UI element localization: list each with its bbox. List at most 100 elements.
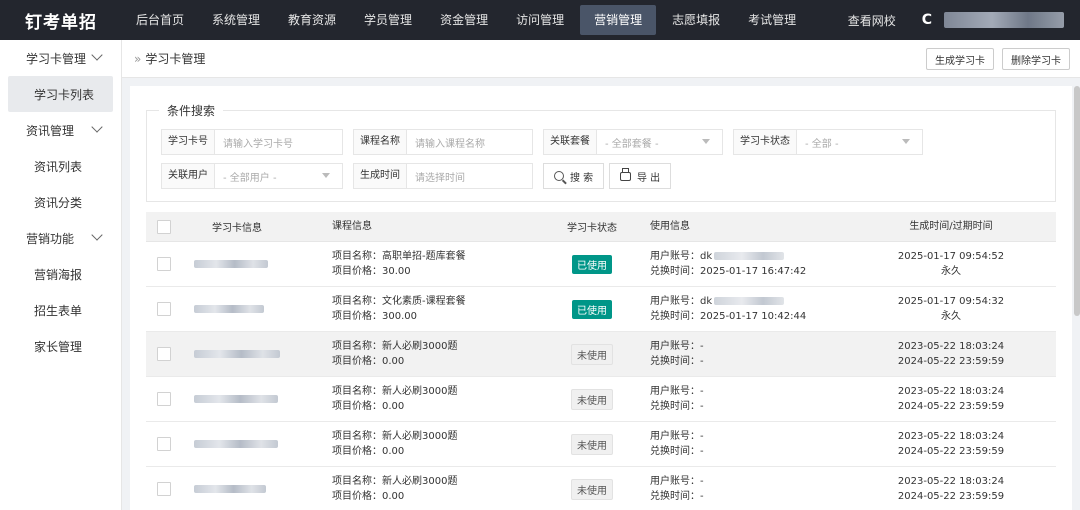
row-checkbox[interactable]	[157, 302, 171, 316]
row-checkbox[interactable]	[157, 482, 171, 496]
card-no-input[interactable]: 请输入学习卡号	[215, 135, 342, 150]
refresh-icon[interactable]: C	[910, 12, 944, 28]
sidebar: 学习卡管理 学习卡列表 资讯管理 资讯列表 资讯分类 营销功能 营销海报 招生表…	[0, 40, 122, 510]
export-button-label: 导 出	[637, 172, 661, 184]
redeem-time: 兑换时间：-	[650, 356, 704, 367]
nav-item-finance[interactable]: 资金管理	[426, 0, 502, 40]
row-checkbox[interactable]	[157, 347, 171, 361]
course-name: 项目名称：高职单招-题库套餐	[332, 251, 466, 262]
sidebar-group-card[interactable]: 学习卡管理	[0, 40, 121, 76]
sidebar-group-news[interactable]: 资讯管理	[0, 112, 121, 148]
course-price: 项目价格：0.00	[332, 401, 405, 412]
header-time: 生成时间/过期时间	[909, 221, 993, 232]
package-select-value[interactable]: - 全部套餐 -	[597, 135, 702, 150]
generate-time: 2023-05-22 18:03:24	[897, 431, 1005, 442]
nav-item-students[interactable]: 学员管理	[350, 0, 426, 40]
header-status: 学习卡状态	[567, 223, 617, 234]
main-panel: 条件搜索 学习卡号 请输入学习卡号 课程名称 请输入课程名称 关联套餐 - 全部…	[130, 86, 1072, 510]
expire-time: 2024-05-22 23:59:59	[897, 356, 1005, 367]
redeem-time: 兑换时间：-	[650, 491, 704, 502]
status-select[interactable]: 学习卡状态 - 全部 -	[733, 129, 923, 155]
account-redacted	[714, 297, 785, 305]
card-number-redacted	[194, 260, 268, 268]
user-account: 用户账号：-	[650, 341, 704, 352]
sidebar-group-label: 学习卡管理	[26, 51, 87, 66]
view-school-link[interactable]: 查看网校	[834, 12, 910, 29]
table-row[interactable]: 项目名称：新人必刷3000题 项目价格：0.00 未使用 用户账号：- 兑换时间…	[146, 467, 1056, 510]
generate-time: 2025-01-17 09:54:52	[897, 251, 1005, 262]
nav-item-home[interactable]: 后台首页	[122, 0, 198, 40]
top-right-area: 查看网校 C	[834, 0, 1080, 40]
printer-icon	[620, 167, 631, 181]
sidebar-item-enroll-form[interactable]: 招生表单	[0, 292, 121, 328]
field-label: 课程名称	[354, 130, 407, 154]
table-row[interactable]: 项目名称：新人必刷3000题 项目价格：0.00 未使用 用户账号：- 兑换时间…	[146, 377, 1056, 422]
card-number-redacted	[194, 440, 278, 448]
course-name-field: 课程名称 请输入课程名称	[353, 129, 533, 155]
table-row[interactable]: 项目名称：新人必刷3000题 项目价格：0.00 未使用 用户账号：- 兑换时间…	[146, 332, 1056, 377]
table-row[interactable]: 项目名称：高职单招-题库套餐 项目价格：30.00 已使用 用户账号：dk 兑换…	[146, 242, 1056, 287]
generate-card-button[interactable]: 生成学习卡	[926, 48, 994, 70]
status-select-value[interactable]: - 全部 -	[797, 135, 902, 150]
course-price: 项目价格：0.00	[332, 446, 405, 457]
table-row[interactable]: 项目名称：文化素质-课程套餐 项目价格：300.00 已使用 用户账号：dk 兑…	[146, 287, 1056, 332]
nav-item-volunteer[interactable]: 志愿填报	[658, 0, 734, 40]
nav-item-marketing[interactable]: 营销管理	[580, 5, 657, 35]
package-select[interactable]: 关联套餐 - 全部套餐 -	[543, 129, 723, 155]
user-account-redacted[interactable]	[944, 12, 1064, 28]
chevron-down-icon	[91, 229, 103, 241]
nav-item-exam[interactable]: 考试管理	[734, 0, 810, 40]
caret-down-icon	[322, 172, 330, 180]
sidebar-item-news-category[interactable]: 资讯分类	[0, 184, 121, 220]
search-button[interactable]: 搜 索	[543, 163, 605, 189]
page-actions: 生成学习卡 删除学习卡	[926, 48, 1070, 70]
status-badge: 已使用	[572, 254, 612, 274]
time-picker-input[interactable]: 请选择时间	[407, 169, 532, 184]
course-price: 项目价格：300.00	[332, 311, 417, 322]
status-badge: 已使用	[572, 299, 612, 319]
row-checkbox[interactable]	[157, 437, 171, 451]
redeem-time: 兑换时间：2025-01-17 10:42:44	[650, 311, 807, 322]
status-badge: 未使用	[571, 388, 613, 410]
nav-item-system[interactable]: 系统管理	[198, 0, 274, 40]
export-button[interactable]: 导 出	[609, 163, 672, 189]
search-fieldset: 条件搜索 学习卡号 请输入学习卡号 课程名称 请输入课程名称 关联套餐 - 全部…	[146, 102, 1056, 202]
card-no-field: 学习卡号 请输入学习卡号	[161, 129, 343, 155]
sidebar-item-card-list[interactable]: 学习卡列表	[8, 76, 113, 112]
redeem-time: 兑换时间：-	[650, 401, 704, 412]
user-select-value[interactable]: - 全部用户 -	[215, 169, 322, 184]
card-number-redacted	[194, 350, 280, 358]
sidebar-item-poster[interactable]: 营销海报	[0, 256, 121, 292]
user-account: 用户账号：-	[650, 476, 704, 487]
select-all-checkbox[interactable]	[157, 219, 171, 234]
expire-time: 2024-05-22 23:59:59	[897, 446, 1005, 457]
course-name: 项目名称：新人必刷3000题	[332, 476, 458, 487]
account-redacted	[714, 252, 785, 260]
nav-item-education[interactable]: 教育资源	[274, 0, 350, 40]
sidebar-item-news-list[interactable]: 资讯列表	[0, 148, 121, 184]
sidebar-item-parents[interactable]: 家长管理	[0, 328, 121, 364]
app-logo[interactable]: 钉考单招	[0, 0, 122, 40]
search-icon	[554, 171, 564, 181]
course-name: 项目名称：新人必刷3000题	[332, 431, 458, 442]
user-select[interactable]: 关联用户 - 全部用户 -	[161, 163, 343, 189]
sidebar-group-marketing[interactable]: 营销功能	[0, 220, 121, 256]
header-use: 使用信息	[650, 221, 690, 232]
row-checkbox[interactable]	[157, 257, 171, 271]
user-account: 用户账号：dk	[650, 294, 846, 309]
field-label: 生成时间	[354, 164, 407, 188]
redeem-time: 兑换时间：2025-01-17 16:47:42	[650, 266, 807, 277]
table-row[interactable]: 项目名称：新人必刷3000题 项目价格：0.00 未使用 用户账号：- 兑换时间…	[146, 422, 1056, 467]
nav-item-access[interactable]: 访问管理	[502, 0, 578, 40]
course-name-input[interactable]: 请输入课程名称	[407, 135, 532, 150]
card-number-redacted	[194, 395, 278, 403]
chevron-down-icon	[91, 49, 103, 61]
course-name: 项目名称：新人必刷3000题	[332, 341, 458, 352]
delete-card-button[interactable]: 删除学习卡	[1002, 48, 1070, 70]
page-scrollbar[interactable]	[1074, 86, 1080, 316]
expire-time: 永久	[941, 311, 961, 322]
field-label: 关联用户	[162, 164, 215, 188]
chevron-down-icon	[91, 121, 103, 133]
row-checkbox[interactable]	[157, 392, 171, 406]
search-legend: 条件搜索	[159, 102, 224, 119]
